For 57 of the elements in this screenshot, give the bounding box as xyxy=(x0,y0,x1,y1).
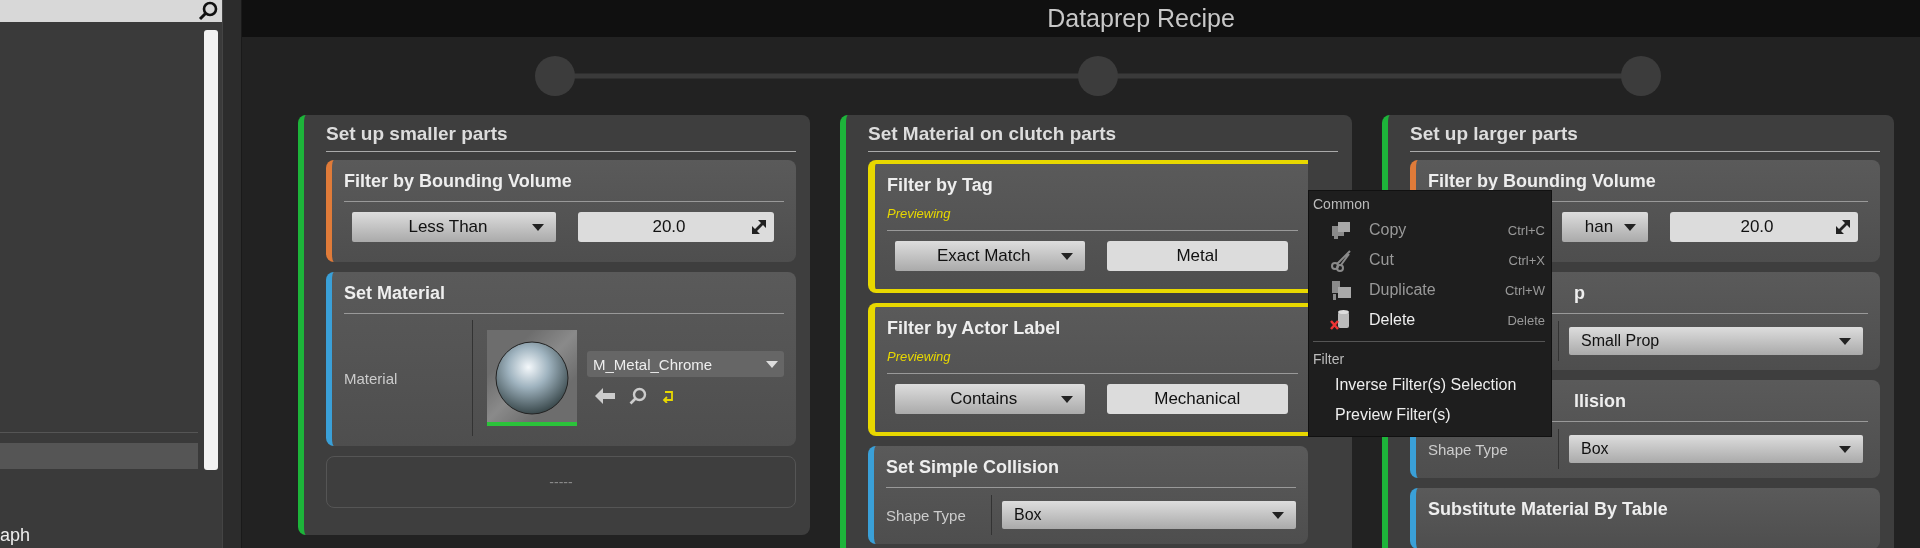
step-card[interactable]: Set Material Material M_Metal_Chrome xyxy=(326,272,796,446)
reset-icon[interactable] xyxy=(661,389,675,403)
dropdown[interactable]: Less Than xyxy=(352,212,556,242)
value-field[interactable]: Metal xyxy=(1106,241,1288,271)
status-label: Previewing xyxy=(887,206,951,221)
property-label: Material xyxy=(344,369,398,387)
step-card[interactable]: Filter by Tag Previewing Exact Match Metal xyxy=(868,160,1308,293)
dropdown[interactable]: Exact Match xyxy=(895,241,1085,271)
step-card[interactable]: Set Simple Collision Shape Type Box xyxy=(868,446,1308,544)
step-card[interactable]: Substitute Material By Table xyxy=(1410,488,1880,548)
step-title: Filter by Tag xyxy=(887,174,993,196)
dropdown[interactable]: Contains xyxy=(895,384,1085,414)
property-label: Shape Type xyxy=(886,506,966,524)
list-item-text: aph xyxy=(0,525,32,547)
scrollbar[interactable] xyxy=(204,30,218,470)
caret-icon xyxy=(766,360,778,368)
step-title: llision xyxy=(1574,390,1626,412)
scissors-icon xyxy=(1329,248,1353,272)
step-card[interactable]: Filter by Bounding Volume Less Than 20.0 xyxy=(326,160,796,262)
step-title: Filter by Bounding Volume xyxy=(344,170,572,192)
search-icon[interactable] xyxy=(629,387,647,405)
property-label: Shape Type xyxy=(1428,440,1508,458)
search-field[interactable] xyxy=(0,0,222,22)
dropdown[interactable]: Box xyxy=(1569,435,1863,463)
caret-icon xyxy=(1839,337,1851,345)
value-field[interactable]: 20.0 xyxy=(1670,212,1858,242)
column-title: Set Material on clutch parts xyxy=(868,115,1338,152)
step-card[interactable]: Filter by Actor Label Previewing Contains Mechanical xyxy=(868,303,1308,436)
caret-icon xyxy=(1272,511,1284,519)
caret-icon xyxy=(1060,252,1073,260)
caret-icon xyxy=(1839,445,1851,453)
status-label: Previewing xyxy=(887,349,951,364)
step-title: Set Material xyxy=(344,282,446,304)
dropdown[interactable]: M_Metal_Chrome xyxy=(587,351,784,377)
dropdown[interactable]: Box xyxy=(1002,501,1296,529)
step-title: Set Simple Collision xyxy=(886,456,1060,478)
dropdown[interactable]: Small Prop xyxy=(1569,327,1863,355)
step-title: p xyxy=(1574,282,1585,304)
resize-icon xyxy=(752,220,766,234)
caret-icon xyxy=(1060,395,1073,403)
column-title: Set up larger parts xyxy=(1410,115,1880,152)
duplicate-icon xyxy=(1329,278,1353,302)
step-title: Substitute Material By Table xyxy=(1428,498,1668,520)
resize-icon xyxy=(1836,220,1850,234)
column-title: Set up smaller parts xyxy=(326,115,796,152)
dropdown[interactable]: han xyxy=(1562,212,1648,242)
caret-icon xyxy=(532,223,544,231)
step-title: Filter by Bounding Volume xyxy=(1428,170,1656,192)
search-icon xyxy=(198,1,218,21)
window-title: Dataprep Recipe xyxy=(1047,4,1235,33)
step-title: Filter by Actor Label xyxy=(887,317,1061,339)
arrow-left-icon[interactable] xyxy=(595,388,615,404)
value-field[interactable]: 20.0 xyxy=(578,212,774,242)
value-field[interactable]: Mechanical xyxy=(1106,384,1288,414)
caret-icon xyxy=(1624,223,1636,231)
menu-section-heading: Common xyxy=(1313,195,1371,214)
menu-section-heading: Filter xyxy=(1313,350,1346,369)
